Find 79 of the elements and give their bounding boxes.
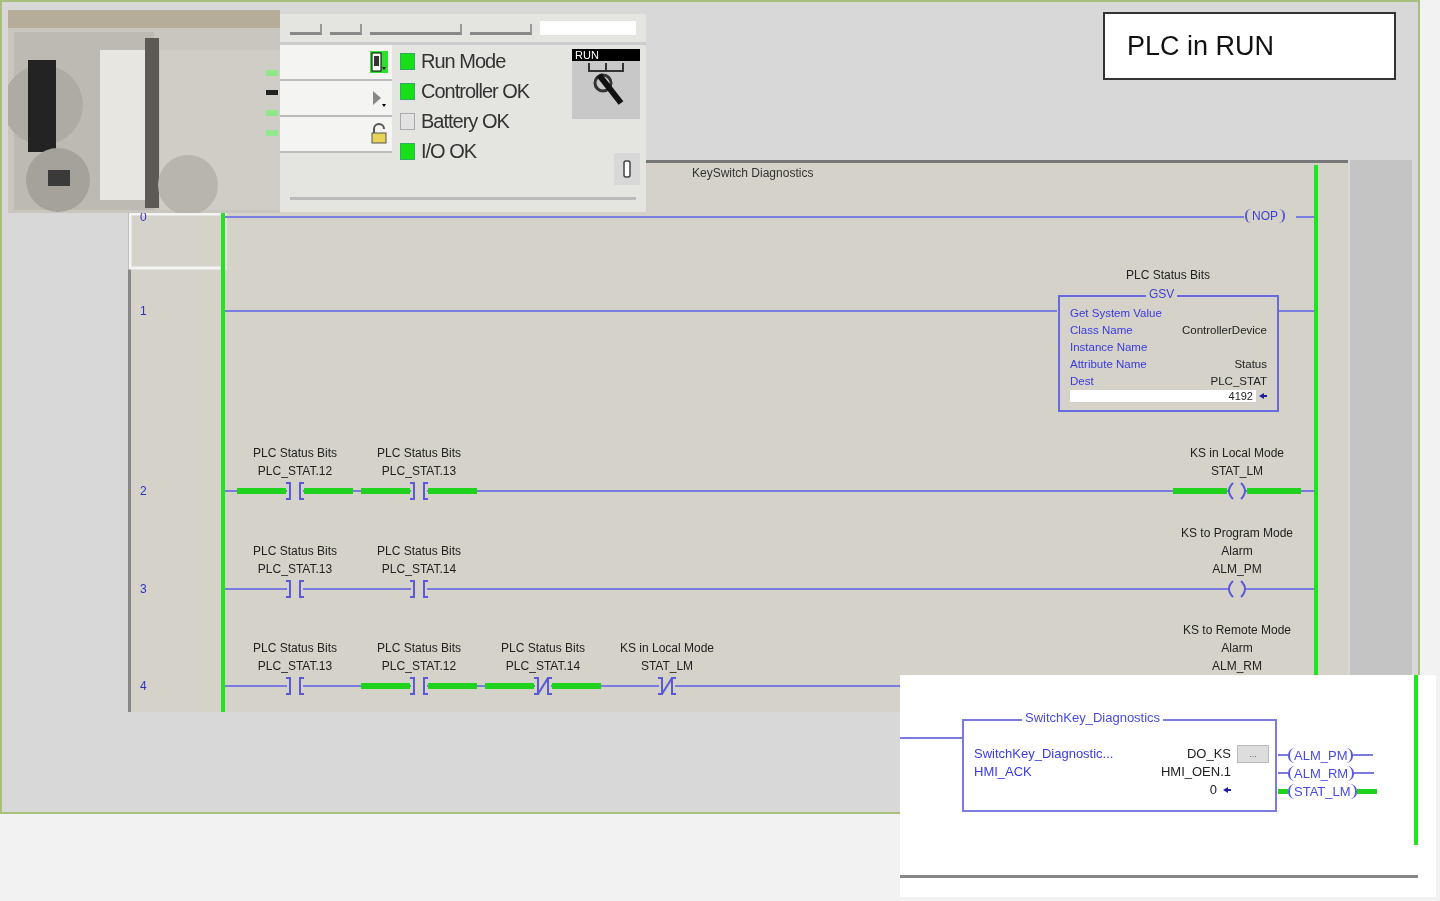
indicator-label: Run Mode — [421, 50, 506, 73]
lock-icon — [370, 123, 388, 145]
toolbar-button[interactable] — [330, 24, 362, 35]
contact[interactable] — [485, 677, 601, 695]
tag-name: PLC_STAT.12 — [380, 658, 458, 675]
rung-number: 4 — [140, 679, 147, 693]
parameter-value: DO_KS — [1186, 745, 1231, 763]
controller-icon — [370, 51, 388, 73]
indicator-label: Controller OK — [421, 80, 530, 103]
rung-number: 1 — [140, 304, 147, 318]
operand-value: ControllerDevice — [1182, 323, 1267, 338]
tag-name: PLC_STAT.13 — [256, 658, 334, 675]
memory-card-button[interactable] — [614, 153, 640, 185]
tag-description: KS in Local Mode — [1188, 445, 1286, 462]
toolbar-button[interactable] — [370, 24, 462, 35]
operand-label: Dest — [1070, 374, 1094, 389]
value-readout: 0 — [1209, 781, 1217, 799]
operand-label: Class Name — [1070, 323, 1133, 338]
operand-value: Status — [1234, 357, 1267, 372]
output-coil[interactable]: STAT_LM — [1278, 783, 1377, 799]
routine-title: KeySwitch Diagnostics — [692, 166, 814, 180]
tag-name: PLC_STAT.14 — [380, 561, 458, 578]
rung-wire — [900, 737, 962, 739]
contact[interactable] — [285, 580, 305, 598]
contact[interactable] — [237, 482, 353, 500]
tag-description: KS in Local Mode — [618, 640, 716, 657]
toolbar-field[interactable] — [540, 21, 636, 35]
coil[interactable] — [1228, 580, 1246, 598]
contact[interactable] — [285, 677, 305, 695]
tag-description: PLC Status Bits — [251, 543, 338, 560]
memory-card-icon — [623, 160, 631, 178]
contact[interactable] — [657, 677, 677, 695]
tag-name: ALM_PM — [1211, 561, 1263, 578]
tag-name: PLC_STAT.12 — [256, 463, 334, 480]
tag-description: KS to Program Mode Alarm — [1179, 525, 1295, 560]
parameter-label: SwitchKey_Diagnostic... — [974, 745, 1114, 763]
instruction-name: GSV — [1146, 287, 1178, 301]
indicator-label: I/O OK — [421, 140, 477, 163]
tag-description: PLC Status Bits — [251, 640, 338, 657]
tag-name: PLC_STAT.13 — [380, 463, 458, 480]
arrow-icon — [1223, 787, 1231, 793]
slide-label: PLC in RUN — [1103, 12, 1396, 80]
browse-button[interactable]: ... — [1237, 745, 1269, 763]
toolbar-button[interactable] — [290, 24, 322, 35]
tag-name: PLC_STAT.14 — [504, 658, 582, 675]
keyswitch-position: RUN — [572, 49, 640, 61]
parameter-label: HMI_ACK — [974, 763, 1032, 781]
nop-instruction[interactable]: NOP — [1245, 209, 1285, 223]
coil[interactable] — [1173, 482, 1301, 500]
output-coil[interactable]: ALM_RM — [1278, 765, 1377, 781]
tag-description: PLC Status Bits — [499, 640, 586, 657]
indicator-label: Battery OK — [421, 110, 509, 133]
operand-label: Instance Name — [1070, 340, 1148, 355]
operand-value: PLC_STAT — [1210, 374, 1267, 389]
contact[interactable] — [361, 677, 477, 695]
tag-description: PLC Status Bits — [375, 543, 462, 560]
tag-name: STAT_LM — [639, 658, 695, 675]
output-coil[interactable]: ALM_PM — [1278, 747, 1377, 763]
tag-name: STAT_LM — [1209, 463, 1265, 480]
tag-name: PLC_STAT.13 — [256, 561, 334, 578]
mode-button[interactable] — [280, 117, 392, 153]
block-title: SwitchKey_Diagnostics — [1022, 710, 1164, 725]
operand-label: Get System Value — [1070, 306, 1162, 321]
rung-number: 2 — [140, 484, 147, 498]
tag-description: PLC Status Bits — [251, 445, 338, 462]
tag-description: PLC Status Bits — [375, 445, 462, 462]
parameter-value: HMI_OEN.1 — [1160, 763, 1231, 781]
tag-description: PLC Status Bits — [375, 640, 462, 657]
tag-description: PLC Status Bits — [1124, 268, 1211, 282]
tag-name: ALM_RM — [1211, 658, 1263, 675]
contact[interactable] — [361, 482, 477, 500]
contact[interactable] — [409, 580, 429, 598]
arrow-icon — [1259, 393, 1267, 399]
rung-number: 3 — [140, 582, 147, 596]
value-readout: 4192 — [1070, 390, 1256, 402]
tag-description: KS to Remote Mode Alarm — [1181, 622, 1293, 657]
operand-label: Attribute Name — [1070, 357, 1147, 372]
toolbar-button[interactable] — [470, 24, 532, 35]
mode-button[interactable] — [280, 45, 392, 81]
